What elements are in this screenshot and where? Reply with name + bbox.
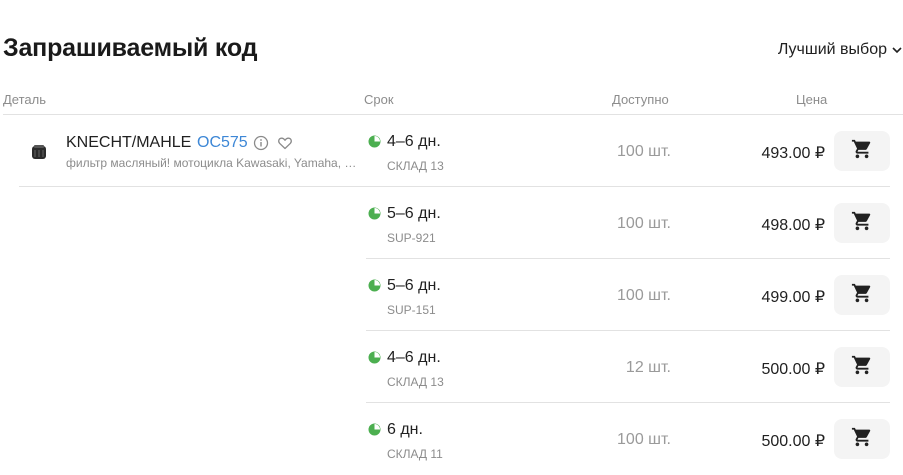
part-divider [19,186,366,187]
clock-icon [368,135,381,153]
warehouse-label: SUP-151 [387,303,436,317]
cart-icon [851,210,873,237]
available-qty: 100 шт. [617,215,671,232]
offer-row: 4–6 дн. СКЛАД 13 100 шт. 493.00 ₽ [366,115,890,187]
clock-icon [368,207,381,225]
clock-icon [368,423,381,441]
price: 498.00 ₽ [761,217,825,234]
clock-icon [368,279,381,297]
available-qty: 100 шт. [617,143,671,160]
price: 500.00 ₽ [761,433,825,450]
offer-row: 6 дн. СКЛАД 11 100 шт. 500.00 ₽ [366,403,890,475]
sort-label: Лучший выбор [777,41,887,58]
add-to-cart-button[interactable] [834,131,890,171]
sort-dropdown[interactable]: Лучший выбор [778,41,903,59]
delivery-term: 4–6 дн. [387,133,441,150]
delivery-term: 4–6 дн. [387,349,441,366]
clock-icon [368,351,381,369]
warehouse-label: СКЛАД 11 [387,447,443,461]
warehouse-label: SUP-921 [387,231,436,245]
add-to-cart-button[interactable] [834,275,890,315]
warehouse-label: СКЛАД 13 [387,375,444,389]
column-header-part: Деталь [3,92,46,107]
add-to-cart-button[interactable] [834,203,890,243]
cart-icon [851,138,873,165]
cart-icon [851,354,873,381]
column-header-available: Доступно [612,92,669,107]
column-header-term: Срок [364,92,394,107]
part-code-link[interactable]: OC575 [197,134,248,152]
delivery-term: 5–6 дн. [387,205,441,222]
warehouse-label: СКЛАД 13 [387,159,444,173]
offer-row: 5–6 дн. SUP-151 100 шт. 499.00 ₽ [366,259,890,331]
available-qty: 12 шт. [625,359,671,376]
available-qty: 100 шт. [617,431,671,448]
available-qty: 100 шт. [617,287,671,304]
add-to-cart-button[interactable] [834,419,890,459]
delivery-term: 6 дн. [387,421,423,438]
part-brand: KNECHT/MAHLE [66,134,192,151]
add-to-cart-button[interactable] [834,347,890,387]
price: 500.00 ₽ [761,361,825,378]
price: 493.00 ₽ [761,145,825,162]
delivery-term: 5–6 дн. [387,277,441,294]
part-description: фильтр масляный! мотоцикла Kawasaki, Yam… [66,156,362,170]
heart-icon[interactable] [277,135,293,151]
info-icon[interactable] [253,135,269,151]
offer-row: 4–6 дн. СКЛАД 13 12 шт. 500.00 ₽ [366,331,890,403]
cart-icon [851,282,873,309]
offer-row: 5–6 дн. SUP-921 100 шт. 498.00 ₽ [366,187,890,259]
cart-icon [851,426,873,453]
column-header-price: Цена [796,92,828,107]
price: 499.00 ₽ [761,289,825,306]
chevron-down-icon [892,47,902,54]
part-thumbnail[interactable] [30,143,48,161]
page-title: Запрашиваемый код [3,34,258,62]
